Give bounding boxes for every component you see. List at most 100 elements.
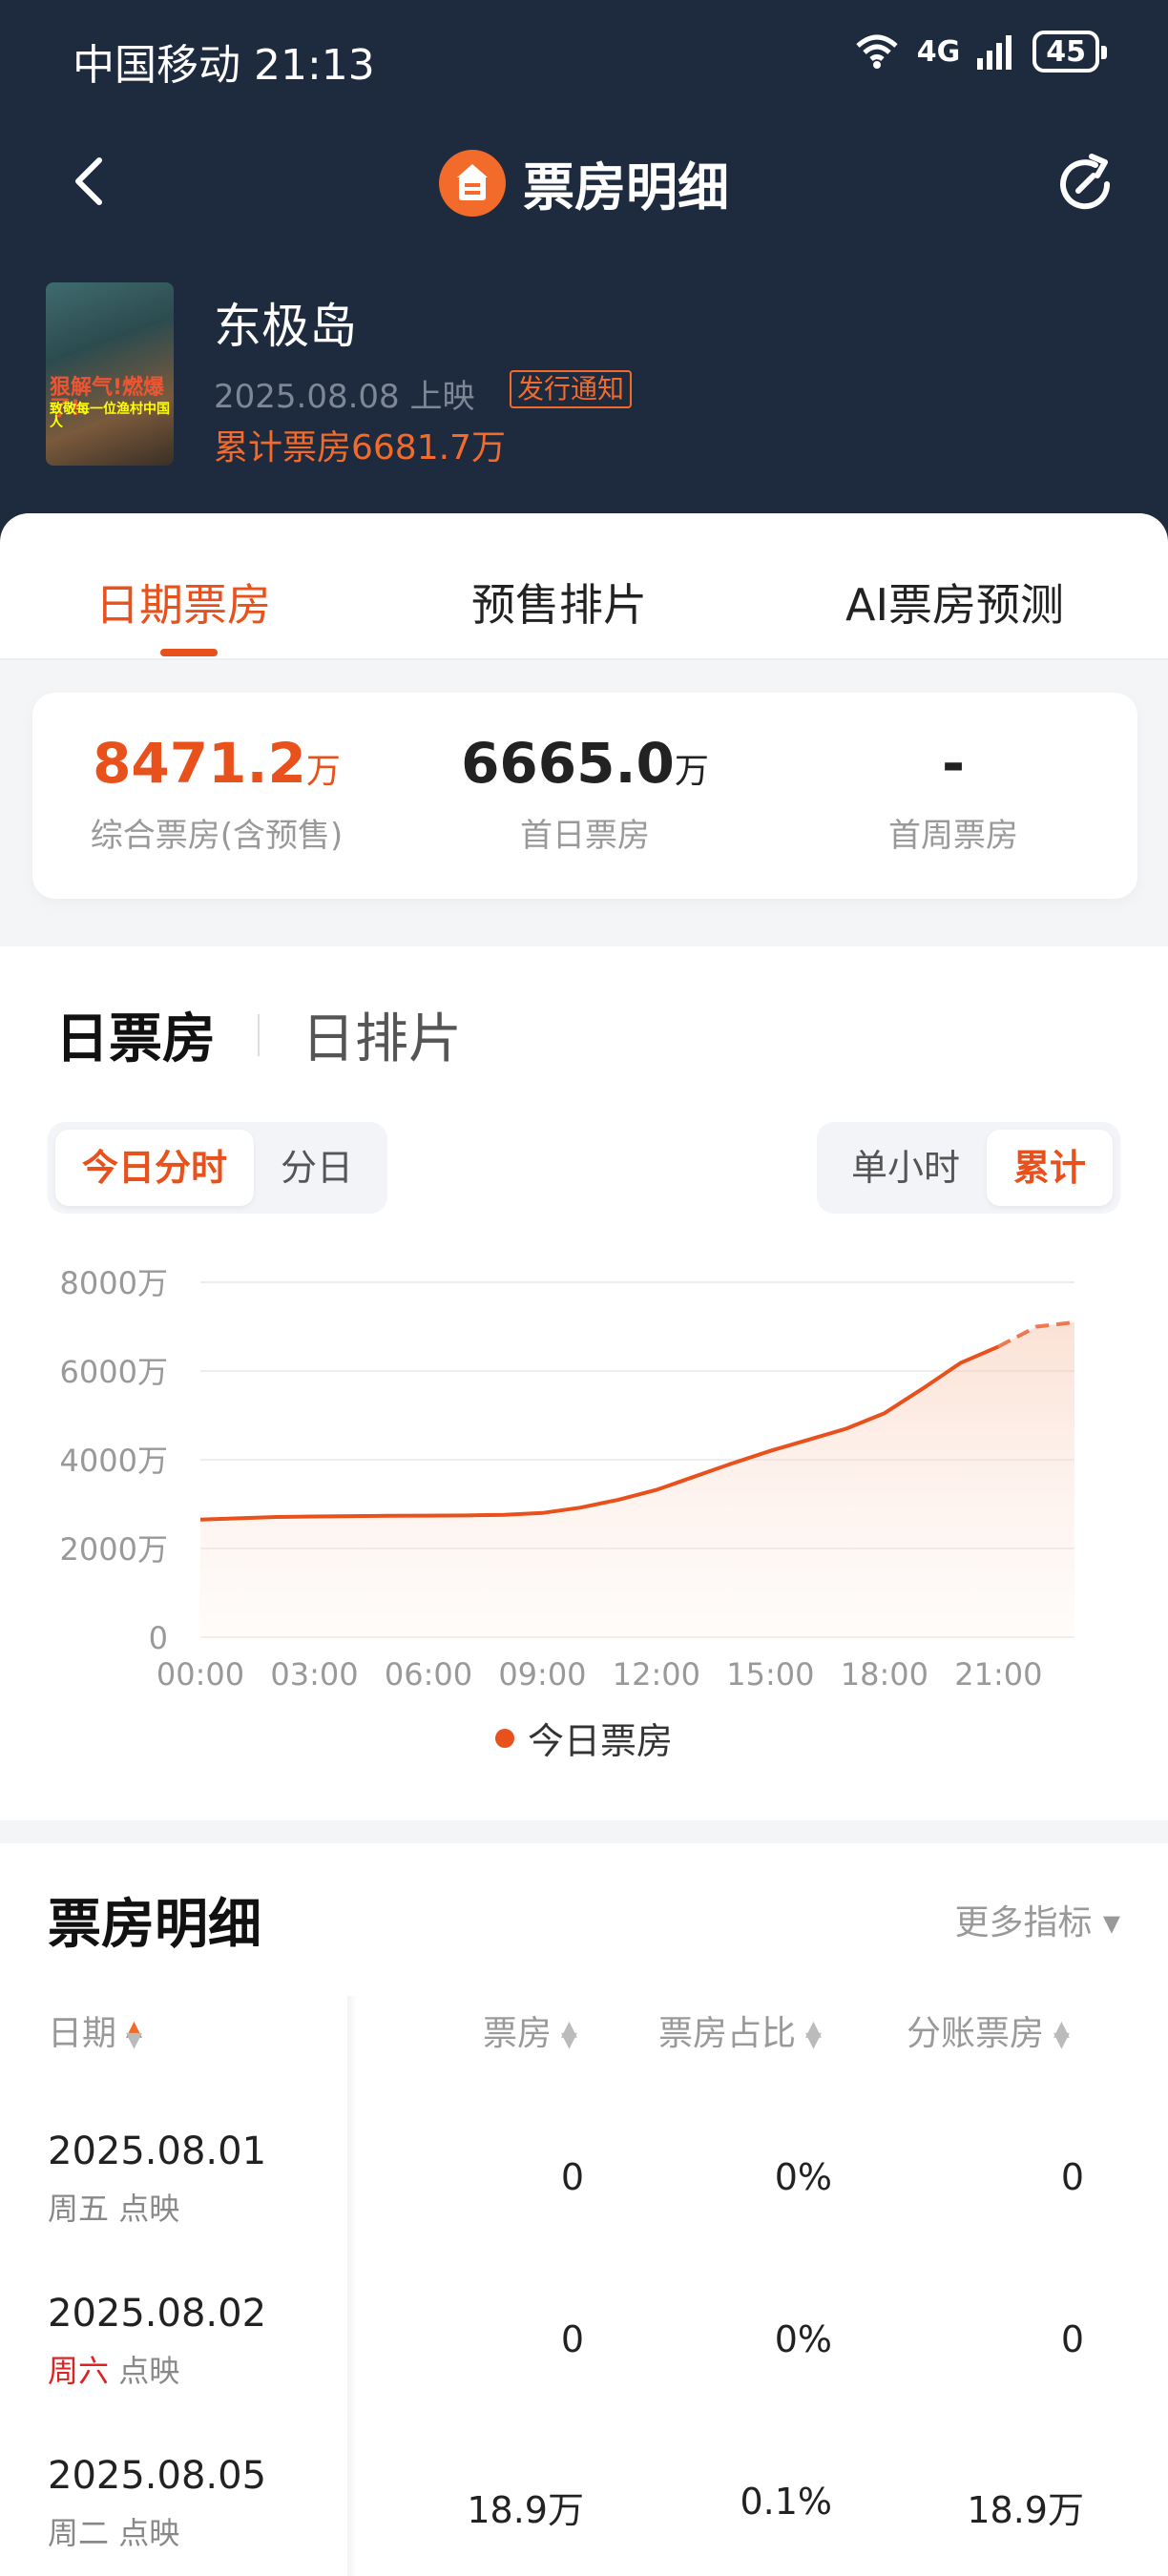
- column-label: 分账票房: [907, 2014, 1045, 2053]
- x-tick-label: 09:00: [498, 1656, 586, 1693]
- stat-value: 6665.0: [461, 731, 675, 796]
- status-bar: 中国移动 21:13 4G 45: [0, 0, 1168, 114]
- chart-area-fill: [200, 1321, 1074, 1637]
- signal-icon: [977, 35, 1012, 70]
- stat-first-week: - 首周票房: [769, 731, 1137, 856]
- chart-sub-tabs: 日票房 日排片: [55, 996, 462, 1073]
- cell-split: 18.9万: [967, 2489, 1084, 2531]
- cell-box-office: 0: [560, 2318, 584, 2360]
- refresh-icon[interactable]: [1052, 151, 1118, 218]
- row-weekday: 周二 点映: [48, 2509, 179, 2553]
- stat-first-day: 6665.0万 首日票房: [401, 731, 769, 856]
- time-range-toggle: 今日分时 分日: [48, 1122, 388, 1214]
- cell-box-office: 0: [560, 2156, 584, 2198]
- row-date: 2025.08.05: [48, 2454, 267, 2498]
- total-box-office: 累计票房6681.7万: [214, 428, 506, 467]
- column-header-split[interactable]: 分账票房 ▲ ▼: [907, 2005, 1070, 2055]
- column-header-box-office[interactable]: 票房 ▲ ▼: [483, 2005, 577, 2055]
- y-tick-label: 0: [149, 1620, 168, 1656]
- legend-dot-icon: [494, 1728, 514, 1748]
- toggle-single-hour[interactable]: 单小时: [824, 1130, 987, 1206]
- tab-daily-box-office[interactable]: 日票房: [55, 996, 216, 1073]
- page-title: 票房明细: [523, 157, 729, 218]
- x-tick-label: 18:00: [841, 1656, 928, 1693]
- movie-poster[interactable]: 狠解气!燃爆了! 致敬每一位渔村中国人: [46, 282, 174, 466]
- stat-label: 首周票房: [888, 817, 1018, 855]
- sort-icon: ▲ ▼: [561, 2017, 577, 2052]
- poster-subtext: 致敬每一位渔村中国人: [50, 402, 170, 430]
- status-icons: 4G 45: [854, 31, 1107, 73]
- x-tick-label: 06:00: [385, 1656, 472, 1693]
- tab-presale-schedule[interactable]: 预售排片: [471, 571, 647, 634]
- cell-box-office: 18.9万: [467, 2489, 584, 2531]
- row-date: 2025.08.02: [48, 2292, 267, 2336]
- y-tick-label: 6000万: [60, 1354, 168, 1390]
- row-weekday: 周五 点映: [48, 2185, 179, 2229]
- stat-unit: 万: [674, 752, 709, 791]
- column-label: 票房: [483, 2014, 553, 2053]
- main-tabs: 日期票房 预售排片 AI票房预测: [0, 513, 1168, 660]
- cell-split: 0: [1060, 2318, 1084, 2360]
- notice-badge[interactable]: 发行通知: [510, 370, 633, 408]
- header-background: 中国移动 21:13 4G 45 票房明细 狠解气!燃爆了! 致敬每一位渔村中国…: [0, 0, 1168, 553]
- detail-title: 票房明细: [48, 1894, 261, 1956]
- stat-total: 8471.2万 综合票房(含预售): [32, 731, 401, 856]
- tab-daily-schedule[interactable]: 日排片: [302, 996, 462, 1073]
- app-logo-icon: [439, 149, 506, 217]
- cell-share: 0%: [774, 2156, 832, 2198]
- y-tick-label: 8000万: [60, 1265, 168, 1301]
- y-tick-label: 2000万: [60, 1531, 168, 1568]
- column-header-date[interactable]: 日期 ▲ ▼: [48, 2005, 142, 2055]
- table-header: 日期 ▲ ▼ 票房 ▲ ▼ 票房占比 ▲ ▼ 分账票房 ▲ ▼: [0, 2005, 1168, 2063]
- column-label: 日期: [48, 2014, 117, 2053]
- stat-value: 8471.2: [93, 731, 306, 796]
- column-header-share[interactable]: 票房占比 ▲ ▼: [658, 2005, 822, 2055]
- box-office-line-chart[interactable]: 0 2000万 4000万 6000万 8000万 00:00 03:00 06:00 09:…: [0, 1219, 1168, 1735]
- more-metrics-dropdown[interactable]: 更多指标 ▾: [954, 1895, 1120, 1944]
- toggle-cumulative[interactable]: 累计: [986, 1130, 1113, 1206]
- toggle-today-hourly[interactable]: 今日分时: [55, 1130, 255, 1206]
- table-row[interactable]: 2025.08.05 周二 点映 18.9万 0.1% 18.9万: [0, 2454, 1168, 2576]
- stat-value: -: [941, 731, 966, 796]
- column-label: 票房占比: [658, 2014, 797, 2053]
- nav-bar: 票房明细: [0, 124, 1168, 239]
- tab-ai-forecast[interactable]: AI票房预测: [845, 571, 1064, 634]
- stat-label: 综合票房(含预售): [90, 817, 344, 855]
- cell-share: 0.1%: [740, 2481, 832, 2523]
- row-date: 2025.08.01: [48, 2129, 267, 2173]
- sort-icon: ▲ ▼: [805, 2017, 822, 2052]
- x-tick-label: 00:00: [156, 1656, 244, 1693]
- sort-icon: ▲ ▼: [126, 2017, 142, 2052]
- table-row[interactable]: 2025.08.02 周六 点映 0 0% 0: [0, 2292, 1168, 2454]
- show-tag: 点映: [118, 2353, 180, 2389]
- wifi-icon: [856, 34, 898, 69]
- table-row[interactable]: 2025.08.01 周五 点映 0 0% 0: [0, 2129, 1168, 2292]
- release-date: 2025.08.08 上映: [214, 378, 475, 416]
- aggregation-toggle: 单小时 累计: [816, 1122, 1120, 1214]
- content-sheet: 日期票房 预售排片 AI票房预测 8471.2万 综合票房(含预售) 6665.…: [0, 513, 1168, 2576]
- sort-icon: ▲ ▼: [1053, 2017, 1070, 2052]
- active-tab-indicator: [160, 649, 218, 656]
- detail-section: 票房明细 更多指标 ▾ 日期 ▲ ▼ 票房 ▲ ▼ 票房占比 ▲ ▼ 分账票房 ▲ ▼ 2025…: [0, 1820, 1168, 2576]
- summary-card: 8471.2万 综合票房(含预售) 6665.0万 首日票房 - 首周票房: [32, 693, 1137, 899]
- weekday-label: 周五: [48, 2191, 110, 2227]
- tab-date-box-office[interactable]: 日期票房: [95, 571, 271, 634]
- stat-unit: 万: [305, 752, 341, 791]
- weekday-label: 周六: [48, 2353, 110, 2389]
- movie-title: 东极岛: [214, 299, 357, 354]
- tab-divider: [258, 1013, 260, 1056]
- network-type: 4G: [916, 34, 961, 69]
- cell-split: 0: [1060, 2156, 1084, 2198]
- stat-label: 首日票房: [520, 817, 650, 855]
- carrier-time: 中国移动 21:13: [73, 41, 375, 90]
- battery-indicator: 45: [1032, 31, 1107, 73]
- toggle-by-day[interactable]: 分日: [254, 1130, 380, 1206]
- x-tick-label: 15:00: [726, 1656, 814, 1693]
- chart-legend: 今日票房: [0, 1712, 1168, 1764]
- legend-label: 今日票房: [527, 1720, 673, 1762]
- x-tick-label: 12:00: [613, 1656, 700, 1693]
- nav-title-group: 票房明细: [0, 145, 1168, 220]
- y-tick-label: 4000万: [60, 1443, 168, 1479]
- x-tick-label: 21:00: [954, 1656, 1042, 1693]
- show-tag: 点映: [118, 2515, 180, 2551]
